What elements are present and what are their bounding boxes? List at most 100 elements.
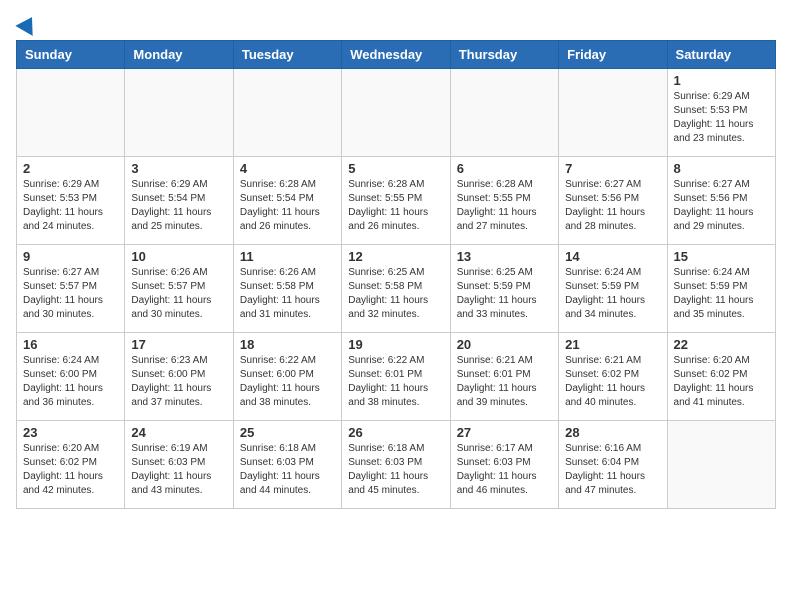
day-info: Sunrise: 6:18 AMSunset: 6:03 PMDaylight:… bbox=[348, 442, 443, 498]
day-number: 12 bbox=[348, 249, 443, 264]
day-info: Sunrise: 6:29 AMSunset: 5:53 PMDaylight:… bbox=[674, 90, 769, 146]
day-number: 16 bbox=[23, 337, 118, 352]
day-info: Sunrise: 6:27 AMSunset: 5:56 PMDaylight:… bbox=[565, 178, 660, 234]
calendar-cell bbox=[667, 421, 775, 509]
day-number: 26 bbox=[348, 425, 443, 440]
day-number: 10 bbox=[131, 249, 226, 264]
day-number: 24 bbox=[131, 425, 226, 440]
calendar-cell: 1 Sunrise: 6:29 AMSunset: 5:53 PMDaylight… bbox=[667, 69, 775, 157]
day-info: Sunrise: 6:22 AMSunset: 6:01 PMDaylight:… bbox=[348, 354, 443, 410]
day-info: Sunrise: 6:17 AMSunset: 6:03 PMDaylight:… bbox=[457, 442, 552, 498]
day-number: 4 bbox=[240, 161, 335, 176]
day-number: 11 bbox=[240, 249, 335, 264]
calendar-cell bbox=[17, 69, 125, 157]
day-number: 25 bbox=[240, 425, 335, 440]
day-number: 3 bbox=[131, 161, 226, 176]
day-number: 1 bbox=[674, 73, 769, 88]
calendar-header-row: SundayMondayTuesdayWednesdayThursdayFrid… bbox=[17, 41, 776, 69]
day-info: Sunrise: 6:26 AMSunset: 5:58 PMDaylight:… bbox=[240, 266, 335, 322]
day-number: 2 bbox=[23, 161, 118, 176]
day-number: 28 bbox=[565, 425, 660, 440]
day-info: Sunrise: 6:28 AMSunset: 5:55 PMDaylight:… bbox=[348, 178, 443, 234]
day-number: 15 bbox=[674, 249, 769, 264]
day-info: Sunrise: 6:28 AMSunset: 5:54 PMDaylight:… bbox=[240, 178, 335, 234]
calendar-cell: 3 Sunrise: 6:29 AMSunset: 5:54 PMDaylight… bbox=[125, 157, 233, 245]
calendar-cell: 26 Sunrise: 6:18 AMSunset: 6:03 PMDayligh… bbox=[342, 421, 450, 509]
weekday-header-tuesday: Tuesday bbox=[233, 41, 341, 69]
calendar-cell: 18 Sunrise: 6:22 AMSunset: 6:00 PMDayligh… bbox=[233, 333, 341, 421]
calendar-cell: 19 Sunrise: 6:22 AMSunset: 6:01 PMDayligh… bbox=[342, 333, 450, 421]
calendar-cell: 10 Sunrise: 6:26 AMSunset: 5:57 PMDayligh… bbox=[125, 245, 233, 333]
day-number: 17 bbox=[131, 337, 226, 352]
day-number: 20 bbox=[457, 337, 552, 352]
day-number: 8 bbox=[674, 161, 769, 176]
day-info: Sunrise: 6:21 AMSunset: 6:01 PMDaylight:… bbox=[457, 354, 552, 410]
calendar-cell: 28 Sunrise: 6:16 AMSunset: 6:04 PMDayligh… bbox=[559, 421, 667, 509]
weekday-header-monday: Monday bbox=[125, 41, 233, 69]
day-number: 13 bbox=[457, 249, 552, 264]
calendar-week-row: 9 Sunrise: 6:27 AMSunset: 5:57 PMDaylight… bbox=[17, 245, 776, 333]
calendar-cell: 23 Sunrise: 6:20 AMSunset: 6:02 PMDayligh… bbox=[17, 421, 125, 509]
weekday-header-sunday: Sunday bbox=[17, 41, 125, 69]
day-number: 27 bbox=[457, 425, 552, 440]
day-info: Sunrise: 6:25 AMSunset: 5:59 PMDaylight:… bbox=[457, 266, 552, 322]
calendar-cell: 8 Sunrise: 6:27 AMSunset: 5:56 PMDaylight… bbox=[667, 157, 775, 245]
calendar-cell: 14Sunrise: 6:24 AMSunset: 5:59 PMDayligh… bbox=[559, 245, 667, 333]
calendar-week-row: 23 Sunrise: 6:20 AMSunset: 6:02 PMDayligh… bbox=[17, 421, 776, 509]
day-info: Sunrise: 6:27 AMSunset: 5:56 PMDaylight:… bbox=[674, 178, 769, 234]
day-number: 6 bbox=[457, 161, 552, 176]
day-info: Sunrise: 6:29 AMSunset: 5:53 PMDaylight:… bbox=[23, 178, 118, 234]
calendar-cell: 13 Sunrise: 6:25 AMSunset: 5:59 PMDayligh… bbox=[450, 245, 558, 333]
calendar-week-row: 2 Sunrise: 6:29 AMSunset: 5:53 PMDaylight… bbox=[17, 157, 776, 245]
calendar-cell: 7 Sunrise: 6:27 AMSunset: 5:56 PMDaylight… bbox=[559, 157, 667, 245]
day-number: 22 bbox=[674, 337, 769, 352]
calendar-table: SundayMondayTuesdayWednesdayThursdayFrid… bbox=[16, 40, 776, 509]
calendar-cell: 12 Sunrise: 6:25 AMSunset: 5:58 PMDayligh… bbox=[342, 245, 450, 333]
calendar-cell: 6 Sunrise: 6:28 AMSunset: 5:55 PMDaylight… bbox=[450, 157, 558, 245]
day-info: Sunrise: 6:29 AMSunset: 5:54 PMDaylight:… bbox=[131, 178, 226, 234]
calendar-cell: 22 Sunrise: 6:20 AMSunset: 6:02 PMDayligh… bbox=[667, 333, 775, 421]
calendar-cell bbox=[125, 69, 233, 157]
calendar-cell bbox=[559, 69, 667, 157]
calendar-cell: 15Sunrise: 6:24 AMSunset: 5:59 PMDayligh… bbox=[667, 245, 775, 333]
calendar-cell: 21 Sunrise: 6:21 AMSunset: 6:02 PMDayligh… bbox=[559, 333, 667, 421]
weekday-header-saturday: Saturday bbox=[667, 41, 775, 69]
page-header bbox=[16, 16, 776, 32]
calendar-cell: 11 Sunrise: 6:26 AMSunset: 5:58 PMDayligh… bbox=[233, 245, 341, 333]
calendar-cell: 4 Sunrise: 6:28 AMSunset: 5:54 PMDaylight… bbox=[233, 157, 341, 245]
day-info: Sunrise: 6:20 AMSunset: 6:02 PMDaylight:… bbox=[674, 354, 769, 410]
day-info: Sunrise: 6:27 AMSunset: 5:57 PMDaylight:… bbox=[23, 266, 118, 322]
calendar-cell: 27 Sunrise: 6:17 AMSunset: 6:03 PMDayligh… bbox=[450, 421, 558, 509]
calendar-week-row: 1 Sunrise: 6:29 AMSunset: 5:53 PMDaylight… bbox=[17, 69, 776, 157]
day-info: Sunrise: 6:20 AMSunset: 6:02 PMDaylight:… bbox=[23, 442, 118, 498]
calendar-cell: 5Sunrise: 6:28 AMSunset: 5:55 PMDaylight… bbox=[342, 157, 450, 245]
day-number: 7 bbox=[565, 161, 660, 176]
weekday-header-thursday: Thursday bbox=[450, 41, 558, 69]
day-info: Sunrise: 6:24 AMSunset: 5:59 PMDaylight:… bbox=[565, 266, 660, 322]
calendar-cell: 25 Sunrise: 6:18 AMSunset: 6:03 PMDayligh… bbox=[233, 421, 341, 509]
calendar-cell: 24 Sunrise: 6:19 AMSunset: 6:03 PMDayligh… bbox=[125, 421, 233, 509]
day-info: Sunrise: 6:21 AMSunset: 6:02 PMDaylight:… bbox=[565, 354, 660, 410]
day-number: 18 bbox=[240, 337, 335, 352]
calendar-cell bbox=[450, 69, 558, 157]
weekday-header-wednesday: Wednesday bbox=[342, 41, 450, 69]
day-number: 23 bbox=[23, 425, 118, 440]
day-info: Sunrise: 6:16 AMSunset: 6:04 PMDaylight:… bbox=[565, 442, 660, 498]
day-info: Sunrise: 6:26 AMSunset: 5:57 PMDaylight:… bbox=[131, 266, 226, 322]
calendar-cell: 17Sunrise: 6:23 AMSunset: 6:00 PMDayligh… bbox=[125, 333, 233, 421]
calendar-cell bbox=[342, 69, 450, 157]
calendar-cell: 16Sunrise: 6:24 AMSunset: 6:00 PMDayligh… bbox=[17, 333, 125, 421]
calendar-cell bbox=[233, 69, 341, 157]
day-info: Sunrise: 6:28 AMSunset: 5:55 PMDaylight:… bbox=[457, 178, 552, 234]
calendar-cell: 9 Sunrise: 6:27 AMSunset: 5:57 PMDaylight… bbox=[17, 245, 125, 333]
day-info: Sunrise: 6:25 AMSunset: 5:58 PMDaylight:… bbox=[348, 266, 443, 322]
day-number: 21 bbox=[565, 337, 660, 352]
logo-triangle-icon bbox=[15, 12, 40, 36]
day-info: Sunrise: 6:22 AMSunset: 6:00 PMDaylight:… bbox=[240, 354, 335, 410]
day-info: Sunrise: 6:18 AMSunset: 6:03 PMDaylight:… bbox=[240, 442, 335, 498]
calendar-cell: 20 Sunrise: 6:21 AMSunset: 6:01 PMDayligh… bbox=[450, 333, 558, 421]
day-number: 19 bbox=[348, 337, 443, 352]
day-info: Sunrise: 6:19 AMSunset: 6:03 PMDaylight:… bbox=[131, 442, 226, 498]
day-number: 9 bbox=[23, 249, 118, 264]
calendar-week-row: 16Sunrise: 6:24 AMSunset: 6:00 PMDayligh… bbox=[17, 333, 776, 421]
